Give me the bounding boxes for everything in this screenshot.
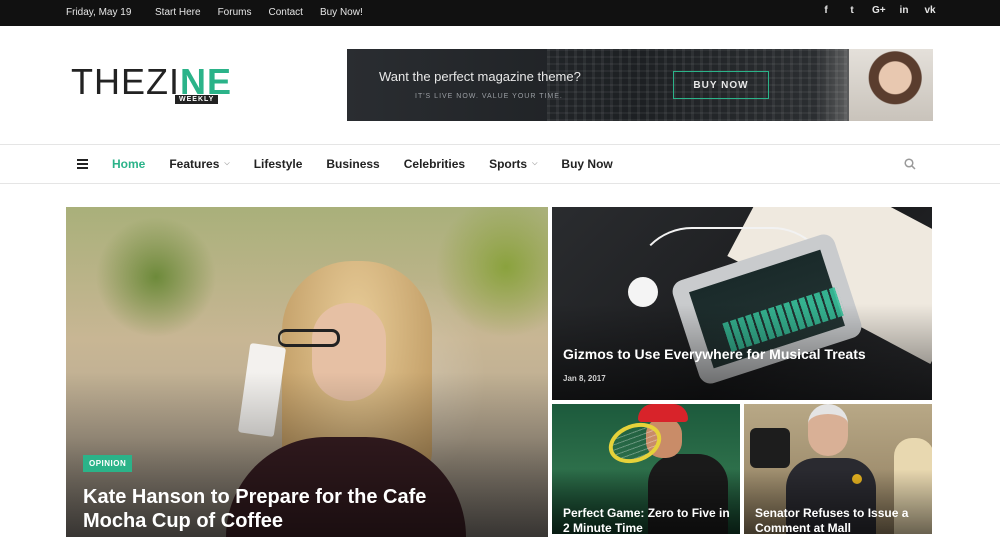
post-title[interactable]: Gizmos to Use Everywhere for Musical Tre… xyxy=(563,346,866,362)
nav-items: Home Features ⌵ Lifestyle Business Celebr… xyxy=(112,157,637,171)
ad-banner[interactable]: Want the perfect magazine theme? IT'S LI… xyxy=(347,49,933,121)
featured-post-senator[interactable]: Senator Refuses to Issue a Comment at Ma… xyxy=(744,404,932,534)
social-icons: f t G+ in vk xyxy=(820,5,936,16)
current-date: Friday, May 19 xyxy=(66,7,132,18)
main-navigation: Home Features ⌵ Lifestyle Business Celebr… xyxy=(0,144,1000,184)
nav-item-label: Buy Now xyxy=(561,157,613,171)
banner-subtext: IT'S LIVE NOW. VALUE YOUR TIME. xyxy=(415,93,563,100)
nav-item-label: Business xyxy=(326,157,380,171)
twitter-icon[interactable]: t xyxy=(846,5,858,16)
nav-item-celebrities[interactable]: Celebrities xyxy=(404,157,465,171)
senator-photo-camera xyxy=(750,428,790,468)
nav-item-home[interactable]: Home xyxy=(112,157,145,171)
nav-item-business[interactable]: Business xyxy=(326,157,379,171)
hero-photo-glasses xyxy=(278,329,340,347)
nav-item-label: Sports xyxy=(489,157,528,171)
top-link-start-here[interactable]: Start Here xyxy=(155,7,201,18)
nav-item-buy-now[interactable]: Buy Now xyxy=(561,157,612,171)
site-header: THEZINE WEEKLY Want the perfect magazine… xyxy=(0,26,1000,144)
featured-post-hero[interactable]: OPINION Kate Hanson to Prepare for the C… xyxy=(66,207,548,537)
site-logo[interactable]: THEZINE WEEKLY xyxy=(71,64,232,108)
nav-item-sports[interactable]: Sports ⌵ xyxy=(489,157,537,171)
senator-photo-head xyxy=(808,404,848,456)
linkedin-icon[interactable]: in xyxy=(898,5,910,16)
logo-the: THE xyxy=(71,61,146,102)
nav-item-lifestyle[interactable]: Lifestyle xyxy=(254,157,303,171)
search-icon[interactable] xyxy=(904,158,916,170)
hamburger-menu-icon[interactable] xyxy=(77,159,88,169)
facebook-icon[interactable]: f xyxy=(820,5,832,16)
nav-item-label: Features xyxy=(169,157,220,171)
top-link-contact[interactable]: Contact xyxy=(268,7,302,18)
banner-headline: Want the perfect magazine theme? xyxy=(379,69,581,84)
top-bar: Friday, May 19 Start Here Forums Contact… xyxy=(0,0,1000,26)
nav-item-features[interactable]: Features ⌵ xyxy=(169,157,229,171)
top-link-forums[interactable]: Forums xyxy=(218,7,252,18)
featured-post-tennis[interactable]: Perfect Game: Zero to Five in 2 Minute T… xyxy=(552,404,740,534)
chevron-down-icon: ⌵ xyxy=(532,160,538,167)
chevron-down-icon: ⌵ xyxy=(224,160,230,167)
top-links: Start Here Forums Contact Buy Now! xyxy=(155,7,380,18)
category-badge[interactable]: OPINION xyxy=(83,455,133,472)
post-title[interactable]: Kate Hanson to Prepare for the Cafe Moch… xyxy=(83,485,483,533)
banner-woman-photo xyxy=(849,49,933,121)
banner-buy-button[interactable]: BUY NOW xyxy=(673,71,769,99)
tennis-photo-cap xyxy=(638,404,688,422)
featured-post-gizmos[interactable]: Gizmos to Use Everywhere for Musical Tre… xyxy=(552,207,932,400)
nav-item-label: Celebrities xyxy=(403,157,466,171)
top-link-buy-now[interactable]: Buy Now! xyxy=(320,7,363,18)
nav-item-label: Lifestyle xyxy=(253,157,303,171)
nav-item-label: Home xyxy=(112,157,146,171)
post-date: Jan 8, 2017 xyxy=(563,374,606,383)
vk-icon[interactable]: vk xyxy=(924,5,936,16)
google-plus-icon[interactable]: G+ xyxy=(872,5,886,16)
logo-tagline: WEEKLY xyxy=(175,95,219,104)
gizmo-photo-earbud xyxy=(628,277,658,307)
